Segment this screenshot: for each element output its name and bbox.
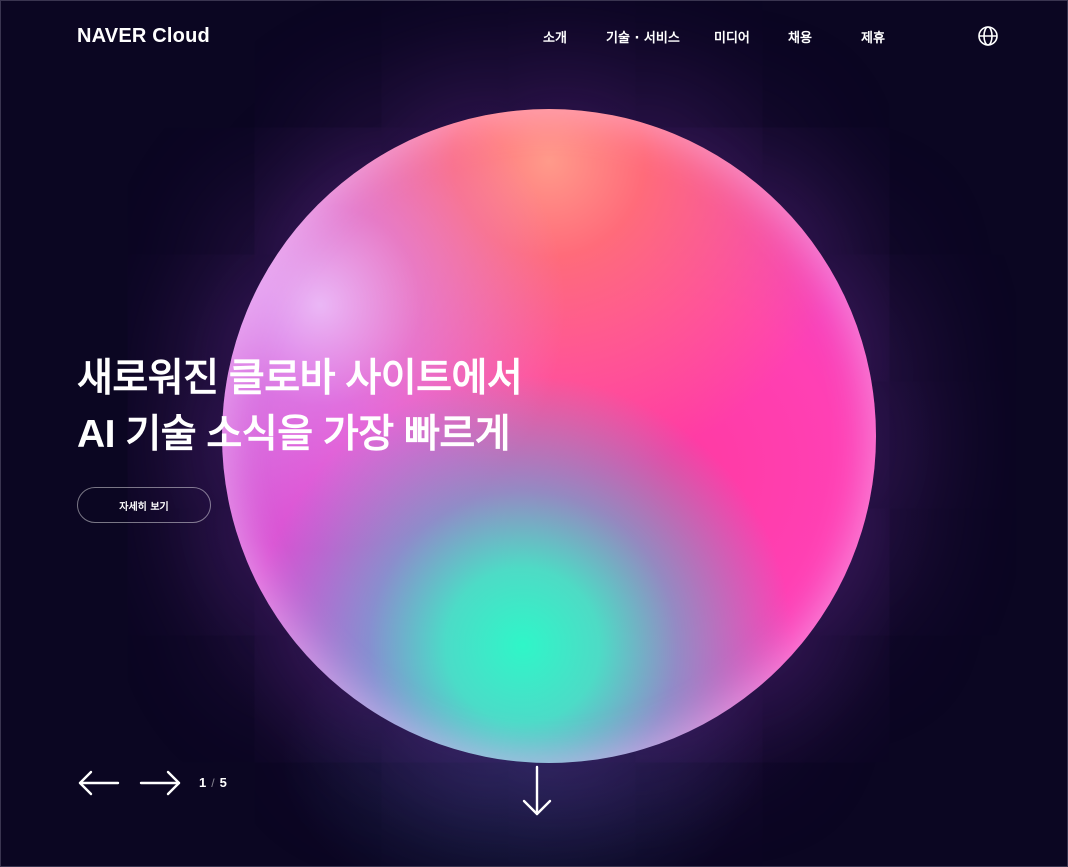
main-nav: 소개 기술 · 서비스 미디어 채용 제휴	[1, 27, 1067, 47]
nav-item-careers[interactable]: 채용	[788, 27, 812, 46]
nav-item-tech-services[interactable]: 기술 · 서비스	[606, 27, 680, 46]
pagination-total: 5	[219, 775, 227, 790]
arrow-down-icon[interactable]	[521, 765, 553, 819]
arrow-left-icon[interactable]	[77, 769, 121, 797]
hero-headline-line-2: AI 기술 소식을 가장 빠르게	[77, 413, 511, 456]
hero-headline: 새로워진 클로바 사이트에서 AI 기술 소식을 가장 빠르게	[77, 351, 523, 463]
nav-item-media[interactable]: 미디어	[714, 27, 750, 46]
nav-item-intro[interactable]: 소개	[543, 27, 567, 46]
nav-item-partnership[interactable]: 제휴	[861, 27, 885, 46]
hero-headline-line-1: 새로워진 클로바 사이트에서	[77, 357, 523, 400]
pagination-current: 1	[199, 775, 207, 790]
hero-page: NAVER Cloud 소개 기술 · 서비스 미디어 채용 제휴 새로워진 클…	[0, 0, 1068, 867]
globe-icon[interactable]	[977, 25, 999, 47]
arrow-right-icon[interactable]	[138, 769, 182, 797]
slide-pagination: 1 / 5	[199, 775, 227, 790]
pagination-separator: /	[211, 776, 215, 790]
learn-more-button[interactable]: 자세히 보기	[77, 487, 211, 523]
